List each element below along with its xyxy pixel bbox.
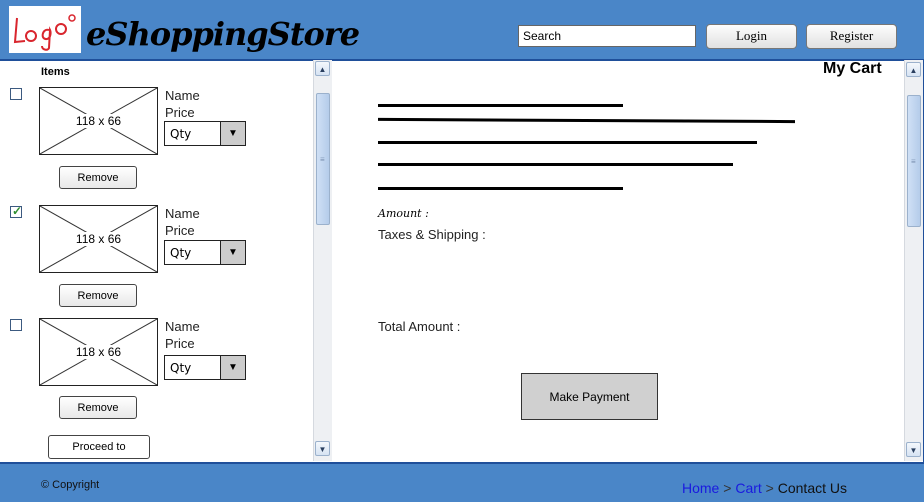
item-price: Price bbox=[165, 336, 195, 351]
qty-select[interactable]: Qty ▼ bbox=[164, 240, 246, 265]
breadcrumb-contact-us: Contact Us bbox=[777, 480, 847, 496]
checkmark-icon: ✓ bbox=[12, 204, 23, 218]
copyright-text: © Copyright bbox=[41, 479, 100, 491]
logo-scribble-icon bbox=[13, 14, 76, 51]
scroll-up-icon[interactable]: ▲ bbox=[906, 62, 921, 77]
item-checkbox[interactable] bbox=[10, 88, 22, 100]
register-button[interactable]: Register bbox=[806, 24, 897, 49]
text-placeholder-line bbox=[378, 187, 623, 190]
total-amount-label: Total Amount : bbox=[378, 319, 461, 334]
breadcrumb-separator: > bbox=[765, 480, 774, 496]
brand-title: eShoppingStore bbox=[86, 15, 360, 53]
product-image-placeholder: 118 x 66 bbox=[39, 87, 158, 155]
remove-button[interactable]: Remove bbox=[59, 396, 137, 419]
product-image-placeholder: 118 x 66 bbox=[39, 318, 158, 386]
qty-value: Qty bbox=[170, 361, 192, 375]
remove-button[interactable]: Remove bbox=[59, 166, 137, 189]
search-input[interactable] bbox=[518, 25, 696, 47]
breadcrumb-cart-link[interactable]: Cart bbox=[735, 480, 761, 496]
item-price: Price bbox=[165, 105, 195, 120]
image-size-label: 118 x 66 bbox=[73, 232, 124, 246]
header-bar: eShoppingStore Login Register bbox=[0, 0, 924, 61]
image-size-label: 118 x 66 bbox=[73, 114, 124, 128]
item-checkbox[interactable] bbox=[10, 319, 22, 331]
scroll-thumb[interactable]: ≡ bbox=[316, 93, 330, 225]
login-button[interactable]: Login bbox=[706, 24, 797, 49]
dropdown-arrow-icon[interactable]: ▼ bbox=[220, 122, 245, 145]
qty-value: Qty bbox=[170, 127, 192, 141]
items-title: Items bbox=[41, 66, 70, 78]
grip-icon: ≡ bbox=[911, 157, 916, 166]
qty-select[interactable]: Qty ▼ bbox=[164, 355, 246, 380]
dropdown-arrow-icon[interactable]: ▼ bbox=[220, 356, 245, 379]
product-image-placeholder: 118 x 66 bbox=[39, 205, 158, 273]
text-placeholder-line bbox=[378, 163, 733, 166]
grip-icon: ≡ bbox=[320, 155, 325, 164]
make-payment-button[interactable]: Make Payment bbox=[521, 373, 658, 420]
qty-select[interactable]: Qty ▼ bbox=[164, 121, 246, 146]
logo[interactable] bbox=[9, 6, 81, 53]
item-name: Name bbox=[165, 88, 200, 103]
scroll-up-icon[interactable]: ▲ bbox=[315, 61, 330, 76]
scroll-down-icon[interactable]: ▼ bbox=[315, 441, 330, 456]
cart-title: My Cart bbox=[823, 60, 882, 77]
remove-button[interactable]: Remove bbox=[59, 284, 137, 307]
text-placeholder-line bbox=[378, 104, 623, 107]
text-placeholder-line bbox=[378, 141, 757, 144]
proceed-to-checkout-button[interactable]: Proceed to checkout bbox=[48, 435, 150, 475]
cart-scrollbar[interactable]: ▲ ≡ ▼ bbox=[904, 60, 923, 461]
breadcrumb: Home > Cart > Contact Us bbox=[682, 480, 847, 496]
item-name: Name bbox=[165, 319, 200, 334]
breadcrumb-separator: > bbox=[723, 480, 732, 496]
taxes-shipping-label: Taxes & Shipping : bbox=[378, 227, 486, 242]
item-price: Price bbox=[165, 223, 195, 238]
scroll-down-icon[interactable]: ▼ bbox=[906, 442, 921, 457]
item-name: Name bbox=[165, 206, 200, 221]
qty-value: Qty bbox=[170, 246, 192, 260]
item-checkbox[interactable]: ✓ bbox=[10, 204, 23, 218]
dropdown-arrow-icon[interactable]: ▼ bbox=[220, 241, 245, 264]
amount-label: Amount : bbox=[378, 207, 429, 220]
image-size-label: 118 x 66 bbox=[73, 345, 124, 359]
breadcrumb-home-link[interactable]: Home bbox=[682, 480, 719, 496]
items-scrollbar[interactable]: ▲ ≡ ▼ bbox=[313, 60, 332, 461]
scroll-thumb[interactable]: ≡ bbox=[907, 95, 921, 227]
